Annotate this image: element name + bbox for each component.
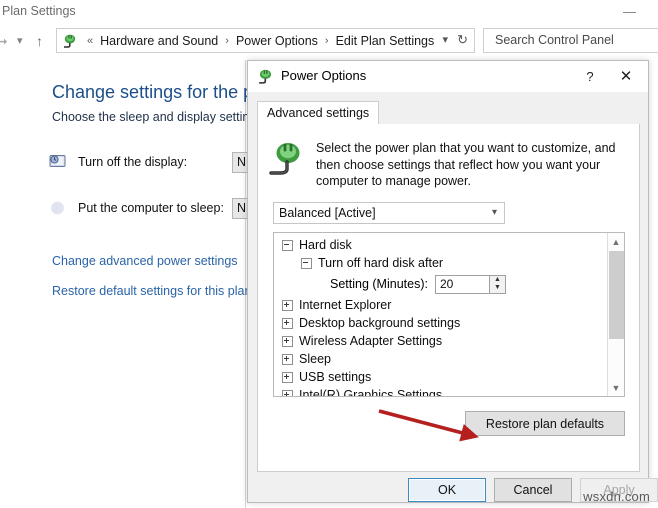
tab-page-advanced-settings: Select the power plan that you want to c… <box>257 124 640 472</box>
tree-item-label: Hard disk <box>299 238 352 252</box>
refresh-icon[interactable]: ↻ <box>457 32 468 48</box>
restore-plan-defaults-button[interactable]: Restore plan defaults <box>465 411 625 436</box>
watermark: wsxdn.com <box>583 489 650 504</box>
scroll-up-chevron-up-icon[interactable]: ▲ <box>608 233 624 250</box>
close-icon[interactable]: ✕ <box>613 66 639 86</box>
address-bar[interactable]: « Hardware and Sound › Power Options › E… <box>56 28 475 53</box>
tree-item-sleep[interactable]: Sleep <box>274 350 608 368</box>
tree-scrollbar[interactable]: ▲ ▼ <box>607 233 624 396</box>
tree-item-label: Turn off hard disk after <box>318 256 444 270</box>
setting-minutes-input[interactable]: 20 <box>434 274 489 294</box>
page-subtitle: Choose the sleep and display setting <box>52 110 257 124</box>
breadcrumb-item-hardware-and-sound[interactable]: Hardware and Sound <box>98 34 220 48</box>
tree-setting-minutes-row: Setting (Minutes): 20 ▲ ▼ <box>274 272 608 296</box>
setting-label: Put the computer to sleep: <box>78 201 224 215</box>
stepper-down-icon[interactable]: ▼ <box>490 284 505 293</box>
power-plan-dropdown[interactable]: Balanced [Active] ▾ <box>273 202 505 224</box>
dialog-intro: Select the power plan that you want to c… <box>268 138 628 190</box>
breadcrumb-separator: › <box>225 34 229 47</box>
dialog-intro-text: Select the power plan that you want to c… <box>316 141 616 188</box>
stepper-up-icon[interactable]: ▲ <box>490 276 505 285</box>
setting-label: Turn off the display: <box>78 155 188 169</box>
collapse-minus-icon[interactable] <box>282 239 293 251</box>
expand-plus-icon[interactable] <box>282 371 293 383</box>
expand-plus-icon[interactable] <box>282 317 293 329</box>
moon-sleep-icon <box>48 198 68 218</box>
breadcrumb-item-edit-plan-settings[interactable]: Edit Plan Settings <box>334 34 437 48</box>
dialog-title: Power Options <box>281 68 367 83</box>
power-options-dialog: Power Options ? ✕ Advanced settings Sele… <box>247 60 658 503</box>
tree-item-internet-explorer[interactable]: Internet Explorer <box>274 296 608 314</box>
tree-item-label: Internet Explorer <box>299 298 392 312</box>
tree-item-label: Desktop background settings <box>299 316 461 330</box>
advanced-settings-tree[interactable]: Hard disk Turn off hard disk after Setti… <box>273 232 625 397</box>
expand-plus-icon[interactable] <box>282 299 293 311</box>
recent-locations-chevron-down-icon[interactable]: ▾ <box>17 34 23 47</box>
breadcrumb-item-power-options[interactable]: Power Options <box>234 34 320 48</box>
tree-item-usb-settings[interactable]: USB settings <box>274 368 608 386</box>
tree-item-turn-off-hard-disk-after[interactable]: Turn off hard disk after <box>274 254 608 272</box>
tab-advanced-settings[interactable]: Advanced settings <box>257 101 380 124</box>
tree-item-label: Sleep <box>299 352 331 366</box>
expand-plus-icon[interactable] <box>282 335 293 347</box>
power-plug-large-icon <box>268 138 310 182</box>
quantity-stepper[interactable]: 20 ▲ ▼ <box>434 274 506 294</box>
up-arrow-icon[interactable]: ↑ <box>36 33 43 49</box>
navigation-bar: ➞ ▾ ↑ « Hardware and Sound › Power Optio… <box>0 27 658 55</box>
window-titlebar: Plan Settings <box>0 0 658 26</box>
cancel-button[interactable]: Cancel <box>494 478 572 502</box>
power-plan-selected-value: Balanced [Active] <box>279 206 376 220</box>
help-button[interactable]: ? <box>579 66 601 86</box>
link-change-advanced-power-settings[interactable]: Change advanced power settings <box>52 254 238 268</box>
scroll-down-chevron-down-icon[interactable]: ▼ <box>608 379 624 396</box>
chevron-down-icon: ▾ <box>491 207 497 218</box>
ok-button[interactable]: OK <box>408 478 486 502</box>
tree-item-desktop-background-settings[interactable]: Desktop background settings <box>274 314 608 332</box>
tree-item-label: Wireless Adapter Settings <box>299 334 443 348</box>
advanced-settings-tree-list: Hard disk Turn off hard disk after Setti… <box>274 233 608 396</box>
stepper-buttons[interactable]: ▲ ▼ <box>488 274 506 294</box>
collapse-minus-icon[interactable] <box>301 257 312 269</box>
setting-row-put-computer-to-sleep: Put the computer to sleep: <box>48 198 224 218</box>
power-options-icon <box>64 34 76 48</box>
tree-item-intel-graphics-settings[interactable]: Intel(R) Graphics Settings <box>274 386 608 397</box>
tab-strip: Advanced settings <box>257 101 640 124</box>
power-plug-icon <box>259 69 272 84</box>
expand-plus-icon[interactable] <box>282 389 293 396</box>
tree-item-label: Intel(R) Graphics Settings <box>299 388 443 397</box>
page-title: Change settings for the plan <box>52 82 278 102</box>
search-input[interactable]: Search Control Panel <box>483 28 658 53</box>
display-clock-icon <box>48 152 68 172</box>
breadcrumb: « Hardware and Sound › Power Options › E… <box>82 29 436 52</box>
breadcrumb-separator: › <box>324 34 329 47</box>
minimize-icon <box>622 11 636 13</box>
tree-item-hard-disk[interactable]: Hard disk <box>274 236 608 254</box>
tree-item-label: USB settings <box>299 370 372 384</box>
address-chevron-down-icon[interactable]: ▾ <box>442 33 448 46</box>
tree-item-wireless-adapter-settings[interactable]: Wireless Adapter Settings <box>274 332 608 350</box>
breadcrumb-prefix[interactable]: « <box>82 35 98 47</box>
setting-minutes-label: Setting (Minutes): <box>330 277 428 291</box>
back-arrow-icon[interactable]: ➞ <box>0 33 8 50</box>
expand-plus-icon[interactable] <box>282 353 293 365</box>
dialog-titlebar: Power Options ? ✕ <box>248 61 648 92</box>
scrollbar-thumb[interactable] <box>609 251 624 339</box>
link-restore-default-settings[interactable]: Restore default settings for this plan <box>52 284 251 298</box>
setting-row-turn-off-display: Turn off the display: <box>48 152 187 172</box>
minimize-button[interactable] <box>614 2 644 22</box>
window-title: Plan Settings <box>2 4 76 18</box>
search-placeholder: Search Control Panel <box>495 33 614 47</box>
